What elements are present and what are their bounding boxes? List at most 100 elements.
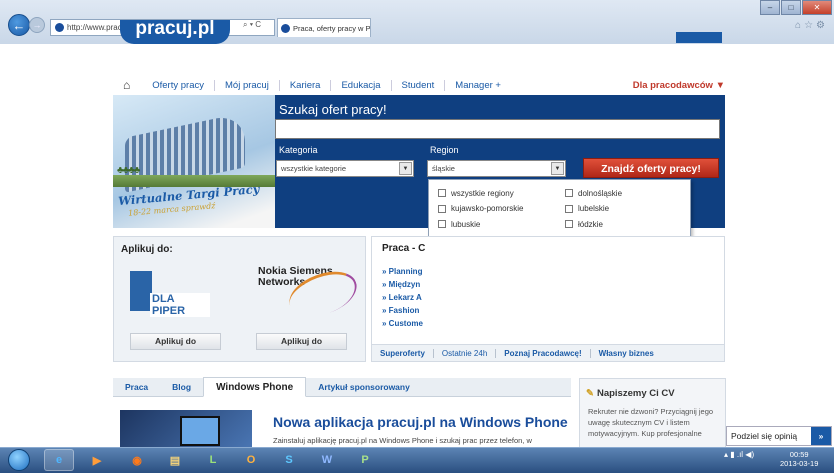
news-text: Zainstaluj aplikację pracuj.pl na Window… (273, 436, 532, 445)
keyword-input[interactable] (275, 119, 720, 139)
tab-praca[interactable]: Praca (113, 378, 160, 396)
link-superoferty[interactable]: Superoferty (372, 349, 433, 358)
region-option[interactable]: wszystkie regiony (432, 186, 552, 200)
nav-for-employers[interactable]: Dla pracodawców ▼ (633, 80, 725, 91)
media-player-taskbar-icon[interactable]: ▶ (82, 449, 112, 471)
apply-nokia-siemens-button[interactable]: Aplikuj do (256, 333, 347, 350)
praca-link[interactable]: Planning (382, 267, 428, 276)
region-option-checkbox[interactable] (565, 204, 573, 213)
feedback-label: Podziel się opinią (731, 431, 798, 441)
link-ostatnie-24h[interactable]: Ostatnie 24h (432, 348, 495, 358)
praca-link[interactable]: Custome (382, 319, 428, 328)
project-taskbar-icon[interactable]: P (350, 449, 380, 471)
maximize-button[interactable]: □ (781, 0, 801, 15)
link-wlasny-biznes[interactable]: Własny biznes (589, 348, 662, 358)
tab-blog[interactable]: Blog (160, 378, 203, 396)
address-controls[interactable]: ⌕ ▾ C (243, 20, 261, 30)
clock-date: 2013-03-19 (780, 459, 819, 468)
search-title: Szukaj ofert pracy! (279, 102, 387, 117)
apply-dla-piper-button[interactable]: Aplikuj do (130, 333, 221, 350)
nav-student[interactable]: Student (390, 79, 445, 91)
nokia-siemens-logo[interactable]: Nokia Siemens Networks (258, 263, 363, 325)
nav-kariera[interactable]: Kariera (278, 79, 331, 91)
region-select[interactable]: śląskie ▼ (427, 160, 566, 177)
settings-gear-icon[interactable]: ⚙ (816, 20, 828, 31)
chevron-down-icon[interactable]: ▼ (399, 162, 412, 175)
taskbar-clock[interactable]: 00:59 2013-03-19 (780, 450, 818, 468)
region-option-label: lubuskie (451, 219, 481, 229)
praca-link[interactable]: Lekarz A (382, 293, 428, 302)
window-controls: – □ ✕ (760, 0, 832, 15)
tab-sponsored-article[interactable]: Artykuł sponsorowany (306, 378, 422, 396)
phone-illustration (180, 416, 220, 446)
praca-link[interactable]: Fashion (382, 306, 428, 315)
feedback-arrow-icon[interactable]: » (811, 427, 831, 445)
news-title[interactable]: Nowa aplikacja pracuj.pl na Windows Phon… (273, 414, 568, 430)
favorites-star-icon[interactable]: ☆ (804, 20, 816, 31)
ie-taskbar-icon[interactable]: e (44, 449, 74, 471)
cv-box-title-text: Napiszemy Ci CV (596, 388, 675, 399)
site-logo[interactable]: pracuj.pl (120, 20, 230, 44)
category-select-value: wszystkie kategorie (281, 164, 347, 173)
praca-link[interactable]: Międzyn (382, 280, 428, 289)
nav-edukacja[interactable]: Edukacja (330, 79, 390, 91)
trees-illustration: ♣♣♣♣ (117, 165, 140, 176)
dla-piper-mark (130, 271, 152, 311)
region-option-checkbox[interactable] (565, 220, 573, 228)
region-option-checkbox[interactable] (438, 204, 446, 213)
nav-moj-pracuj[interactable]: Mój pracuj (214, 79, 279, 91)
start-button[interactable] (4, 447, 34, 473)
tab-favicon-icon (281, 23, 290, 33)
region-option[interactable]: lubelskie (559, 202, 679, 216)
pencil-icon: ✎ (586, 388, 594, 399)
lync-taskbar-icon[interactable]: L (198, 449, 228, 471)
region-option[interactable]: kujawsko-pomorskie (432, 202, 552, 216)
browser-toolbar-icons: ⌂☆⚙ (795, 20, 828, 31)
back-button[interactable]: ← (8, 14, 30, 36)
region-option-label: kujawsko-pomorskie (451, 204, 524, 213)
nav-oferty-pracy[interactable]: Oferty pracy (142, 80, 214, 91)
apply-box-title: Aplikuj do: (121, 244, 173, 255)
home-nav-icon[interactable]: ⌂ (113, 78, 142, 92)
chevron-down-icon[interactable]: ▼ (551, 162, 564, 175)
region-option-checkbox[interactable] (438, 220, 446, 228)
site-favicon-icon (55, 23, 64, 32)
region-option-label: łódzkie (578, 219, 603, 229)
dla-piper-logo-text: DLA PIPER (150, 293, 210, 317)
region-option[interactable]: lubuskie (432, 217, 552, 231)
account-button-cut[interactable] (676, 32, 722, 43)
clock-time: 00:59 (789, 450, 809, 459)
nav-manager[interactable]: Manager + (444, 79, 511, 91)
tab-windows-phone[interactable]: Windows Phone (203, 377, 307, 397)
explorer-taskbar-icon[interactable]: ▤ (160, 449, 190, 471)
outlook-taskbar-icon[interactable]: O (236, 449, 266, 471)
praca-bottom-links: Superoferty Ostatnie 24h Poznaj Pracodaw… (372, 344, 724, 361)
region-option[interactable]: dolnośląskie (559, 186, 679, 200)
system-tray-icons[interactable]: ▴ ▮ .ıl ◀) (724, 450, 754, 459)
forward-button[interactable]: → (29, 17, 45, 33)
region-select-value: śląskie (432, 164, 455, 173)
category-select[interactable]: wszystkie kategorie ▼ (276, 160, 414, 177)
close-window-button[interactable]: ✕ (802, 0, 832, 15)
browser-tab[interactable]: Praca, oferty pracy w Polsc... × (277, 18, 371, 37)
word-taskbar-icon[interactable]: W (312, 449, 342, 471)
feedback-widget[interactable]: Podziel się opinią » (726, 426, 832, 446)
skype-taskbar-icon[interactable]: S (274, 449, 304, 471)
home-icon[interactable]: ⌂ (795, 20, 804, 31)
news-image[interactable] (120, 410, 252, 450)
dla-piper-logo[interactable]: DLA PIPER (130, 271, 210, 323)
firefox-taskbar-icon[interactable]: ◉ (122, 449, 152, 471)
region-option[interactable]: łódzkie (559, 217, 679, 231)
link-poznaj-pracodawce[interactable]: Poznaj Pracodawcę! (495, 348, 589, 358)
minimize-button[interactable]: – (760, 0, 780, 15)
region-option-label: lubelskie (578, 204, 610, 213)
tab-title: Praca, oferty pracy w Polsc... (293, 23, 371, 33)
cv-box-title[interactable]: ✎ Napiszemy Ci CV (586, 388, 675, 399)
region-option-checkbox[interactable] (565, 189, 573, 197)
praca-box-title: Praca - C (382, 243, 426, 254)
find-jobs-button[interactable]: Znajdź oferty pracy! (583, 158, 719, 178)
region-option-checkbox[interactable] (438, 189, 446, 197)
content-tabs: Praca Blog Windows Phone Artykuł sponsor… (113, 377, 571, 397)
cv-box-text: Rekruter nie dzwoni? Przyciągnij jego uw… (588, 407, 714, 438)
top-right-account-area (616, 30, 724, 44)
